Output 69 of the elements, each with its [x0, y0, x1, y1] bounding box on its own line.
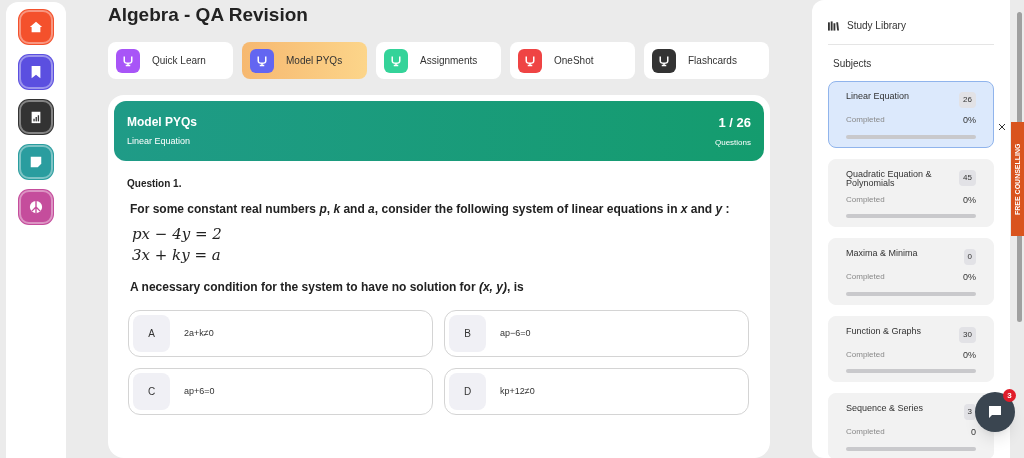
answer-option[interactable]: A 2a+k≠0	[128, 310, 433, 357]
count-badge: 30	[959, 326, 976, 343]
percent-label: 0%	[963, 193, 976, 207]
answer-option[interactable]: B ap−6=0	[444, 310, 749, 357]
page-title: Algebra - QA Revision	[108, 3, 309, 27]
subject-card[interactable]: Function & Graphs 30 Completed 0%	[828, 315, 994, 382]
count-badge: 3	[963, 404, 976, 420]
sticky-note-icon	[29, 155, 43, 169]
question-prompt: A necessary condition for the system to have no solution for (x, y), is	[130, 279, 525, 296]
tab[interactable]: Flashcards	[644, 42, 769, 79]
tab[interactable]: Model PYQs	[242, 42, 367, 79]
subject-name: Linear Equation	[846, 92, 910, 101]
subject-name: Maxima & Minima	[846, 249, 918, 258]
status-label: Completed	[846, 193, 885, 206]
percent-label: 0	[971, 426, 976, 439]
monitor-icon	[518, 48, 542, 73]
tab[interactable]: Assignments	[376, 42, 501, 79]
subject-name: Quadratic Equation & Polynomials	[846, 169, 933, 188]
question-stem: For some constant real numbers p, k and a, consider the following system of linear equations in x and y :	[130, 201, 731, 218]
subject-card[interactable]: Maxima & Minima 0 Completed 0%	[828, 238, 994, 305]
card-title: Model PYQs	[127, 114, 197, 131]
option-letter: A	[133, 315, 170, 352]
status-label: Completed	[846, 114, 885, 126]
panel-title: Study Library	[847, 19, 906, 33]
answer-option[interactable]: C ap+6=0	[128, 368, 433, 415]
monitor-icon	[652, 48, 676, 73]
counter-label: Questions	[714, 136, 751, 149]
bookmark-icon	[30, 65, 42, 79]
option-text: 2a+k≠0	[184, 326, 214, 340]
subject-card[interactable]: Quadratic Equation & Polynomials 45 Completed 0%	[828, 158, 994, 227]
option-letter: D	[449, 373, 486, 410]
option-text: ap+6=0	[184, 384, 215, 398]
status-label: Completed	[846, 348, 885, 361]
option-letter: B	[449, 315, 486, 352]
option-text: ap−6=0	[500, 326, 531, 340]
count-badge: 26	[959, 92, 976, 108]
monitor-icon	[384, 48, 408, 73]
answer-option[interactable]: D kp+12≠0	[444, 368, 749, 415]
question-counter: 1 / 26	[718, 114, 751, 132]
count-badge: 45	[959, 169, 976, 186]
chat-icon	[988, 405, 1002, 419]
count-badge: 0	[963, 249, 976, 265]
percent-label: 0%	[963, 271, 976, 284]
option-letter: C	[133, 373, 170, 410]
status-label: Completed	[846, 271, 885, 283]
home-icon	[29, 20, 43, 34]
percent-label: 0%	[963, 348, 976, 362]
equation: 3x + ky = a	[132, 245, 222, 266]
tab[interactable]: Quick Learn	[108, 42, 233, 79]
subject-name: Function & Graphs	[846, 326, 922, 336]
option-text: kp+12≠0	[500, 384, 535, 398]
nav-button[interactable]	[19, 100, 53, 134]
card-subtitle: Linear Equation	[127, 135, 192, 148]
status-label: Completed	[846, 426, 885, 438]
books-icon	[828, 20, 839, 31]
monitor-icon	[116, 48, 140, 73]
equation: px − 4y = 2	[132, 224, 223, 245]
percent-label: 0%	[963, 114, 976, 127]
question-number: Question 1.	[127, 177, 183, 191]
section-heading: Subjects	[833, 57, 873, 71]
monitor-icon	[250, 48, 274, 73]
peace-icon	[29, 200, 43, 214]
clipboard-chart-icon	[30, 110, 42, 124]
close-icon	[999, 124, 1005, 130]
subject-card[interactable]: Linear Equation 26 Completed 0%	[828, 81, 994, 148]
tab[interactable]: OneShot	[510, 42, 635, 79]
nav-button[interactable]	[19, 55, 53, 89]
subject-card[interactable]: Sequence & Series 3 Completed 0	[828, 393, 994, 458]
subject-name: Sequence & Series	[846, 404, 924, 413]
